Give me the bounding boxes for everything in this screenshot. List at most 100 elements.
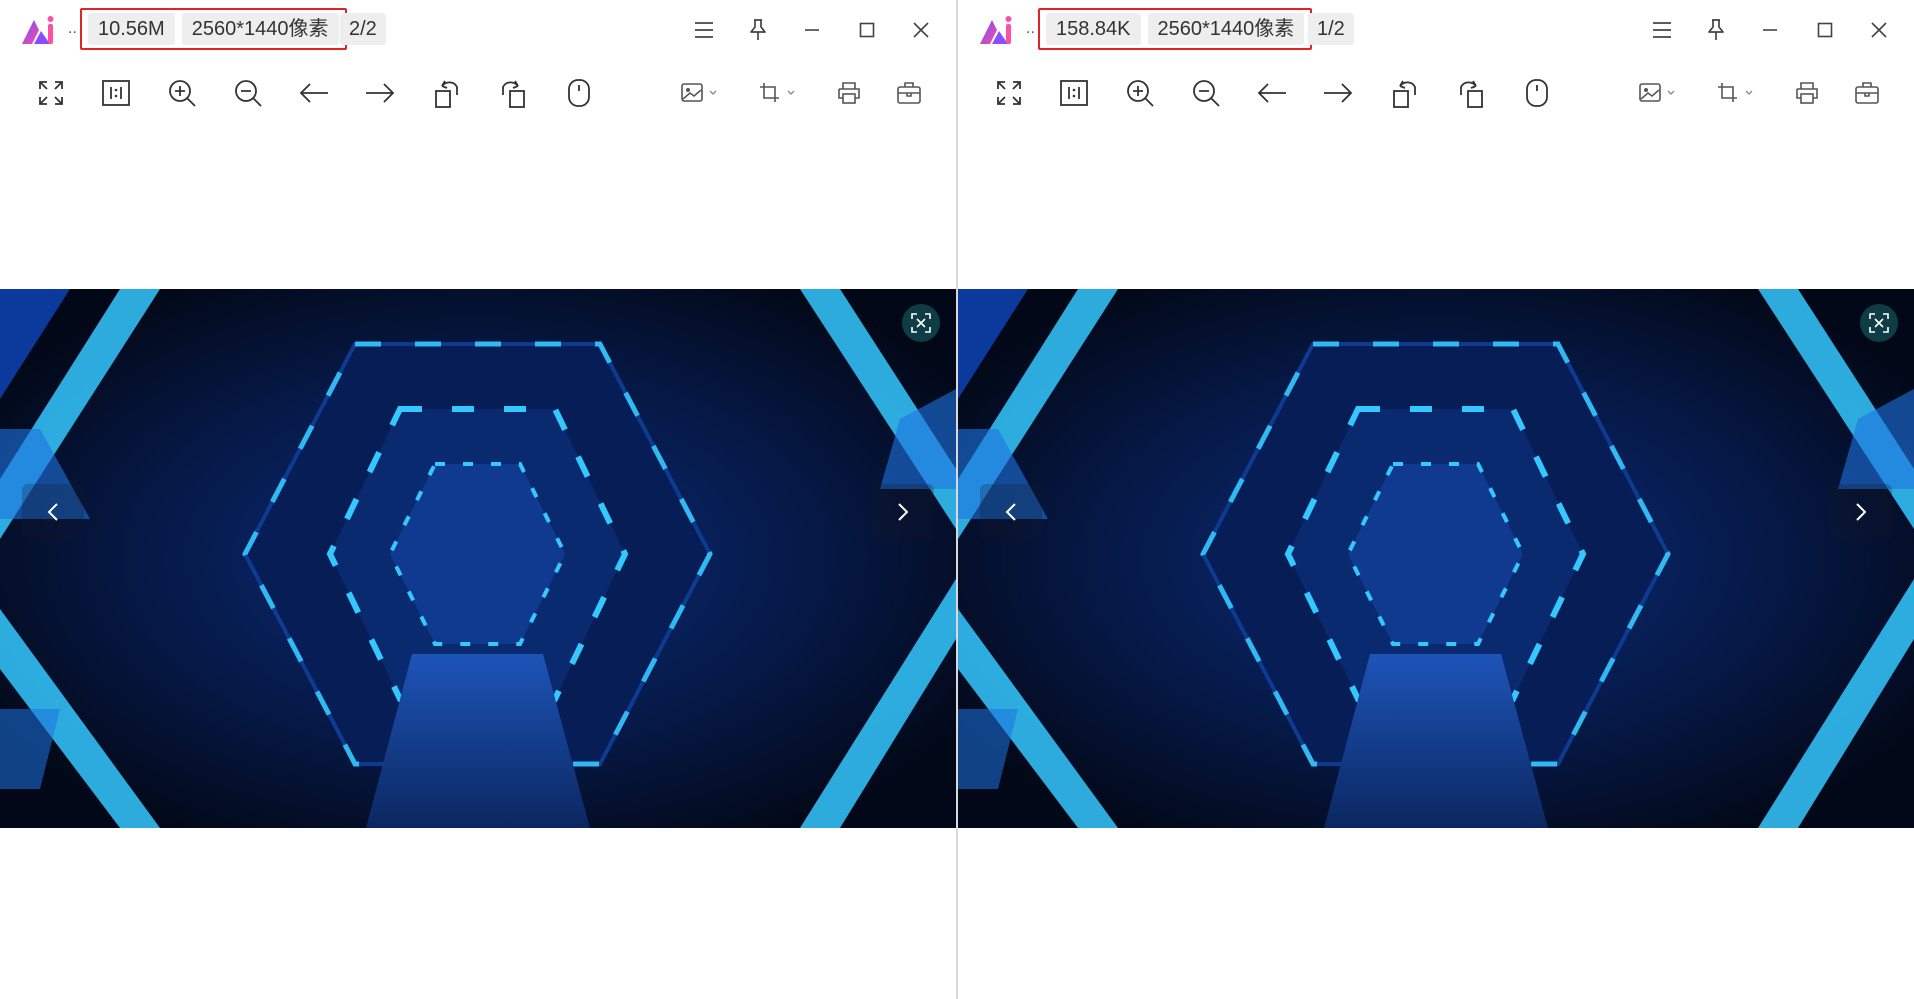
title-ellipsis: .. <box>68 20 77 37</box>
mouse-icon <box>568 79 590 107</box>
next-button[interactable] <box>1321 76 1355 110</box>
chevron-right-icon <box>1856 503 1867 521</box>
image-edit-icon <box>1639 83 1675 102</box>
maximize-button[interactable] <box>851 14 883 46</box>
previous-button[interactable] <box>297 76 331 110</box>
zoom-out-button[interactable] <box>231 76 265 110</box>
mouse-icon <box>1526 79 1548 107</box>
image-edit-dropdown[interactable] <box>1633 76 1683 110</box>
next-button[interactable] <box>363 76 397 110</box>
crop-icon <box>760 83 795 102</box>
title-bar: .. 158.84K 2560*1440像素 1/2 <box>958 0 1914 60</box>
next-image-button[interactable] <box>1830 484 1892 540</box>
rotate-right-button[interactable] <box>1454 76 1488 110</box>
rotate-left-icon <box>1393 80 1416 108</box>
fullscreen-button[interactable] <box>34 76 68 110</box>
fit-screen-icon <box>911 313 931 333</box>
toolbox-button[interactable] <box>1850 76 1884 110</box>
app-logo-icon <box>980 16 1012 44</box>
minimize-button[interactable] <box>1754 14 1786 46</box>
menu-button[interactable] <box>1646 14 1678 46</box>
page-indicator: 2/2 <box>340 13 386 45</box>
chevron-left-icon <box>1005 503 1016 521</box>
dimensions-label: 2560*1440像素 <box>181 13 339 45</box>
image-info-highlight: 158.84K 2560*1440像素 <box>1038 8 1313 50</box>
minimize-icon <box>1763 29 1777 31</box>
toolbar <box>958 70 1914 116</box>
menu-icon <box>695 22 713 38</box>
fullscreen-button[interactable] <box>992 76 1026 110</box>
print-icon <box>1796 82 1818 104</box>
pin-icon <box>750 19 766 40</box>
mouse-mode-button[interactable] <box>1520 76 1554 110</box>
rotate-right-button[interactable] <box>496 76 530 110</box>
print-icon <box>838 82 860 104</box>
mouse-mode-button[interactable] <box>562 76 596 110</box>
title-bar: .. 10.56M 2560*1440像素 2/2 <box>0 0 956 60</box>
pin-icon <box>1708 19 1724 40</box>
crop-dropdown[interactable] <box>1711 76 1761 110</box>
previous-image-button[interactable] <box>22 484 84 540</box>
close-icon <box>1871 22 1887 38</box>
fit-screen-icon <box>1869 313 1889 333</box>
file-size-label: 10.56M <box>88 13 175 45</box>
minimize-button[interactable] <box>796 14 828 46</box>
toolbar <box>0 70 956 116</box>
viewer-window-right: .. 158.84K 2560*1440像素 1/2 <box>958 0 1914 999</box>
viewer-window-left: .. 10.56M 2560*1440像素 2/2 <box>0 0 956 999</box>
crop-dropdown[interactable] <box>753 76 803 110</box>
fullscreen-icon <box>39 81 63 105</box>
toolbox-button[interactable] <box>892 76 926 110</box>
image-canvas[interactable] <box>0 289 956 828</box>
chevron-left-icon <box>47 503 58 521</box>
maximize-button[interactable] <box>1809 14 1841 46</box>
print-button[interactable] <box>1790 76 1824 110</box>
image-edit-icon <box>681 83 717 102</box>
zoom-out-icon <box>1193 80 1220 107</box>
zoom-in-button[interactable] <box>1123 76 1157 110</box>
fit-screen-button[interactable] <box>1860 304 1898 342</box>
toolbox-icon <box>1855 82 1879 104</box>
image-info-highlight: 10.56M 2560*1440像素 <box>80 8 347 50</box>
title-ellipsis: .. <box>1026 20 1035 37</box>
fit-screen-button[interactable] <box>902 304 940 342</box>
pin-button[interactable] <box>1700 14 1732 46</box>
zoom-out-button[interactable] <box>1189 76 1223 110</box>
close-icon <box>913 22 929 38</box>
rotate-left-button[interactable] <box>1388 76 1422 110</box>
actual-size-button[interactable] <box>1057 76 1091 110</box>
rotate-left-button[interactable] <box>430 76 464 110</box>
actual-size-icon <box>102 80 130 106</box>
zoom-in-button[interactable] <box>165 76 199 110</box>
file-size-label: 158.84K <box>1046 13 1141 45</box>
app-logo-icon <box>22 16 54 44</box>
close-button[interactable] <box>905 14 937 46</box>
next-image-button[interactable] <box>872 484 934 540</box>
maximize-icon <box>859 22 875 38</box>
actual-size-icon <box>1060 80 1088 106</box>
previous-image-button[interactable] <box>980 484 1042 540</box>
image-edit-dropdown[interactable] <box>675 76 725 110</box>
print-button[interactable] <box>832 76 866 110</box>
image-canvas[interactable] <box>958 289 1914 828</box>
sci-fi-corridor-image <box>958 289 1914 828</box>
fullscreen-icon <box>997 81 1021 105</box>
arrow-right-icon <box>1324 83 1353 103</box>
pin-button[interactable] <box>742 14 774 46</box>
actual-size-button[interactable] <box>99 76 133 110</box>
menu-icon <box>1653 22 1671 38</box>
crop-icon <box>1718 83 1753 102</box>
rotate-right-icon <box>502 80 525 108</box>
maximize-icon <box>1817 22 1833 38</box>
close-button[interactable] <box>1863 14 1895 46</box>
arrow-left-icon <box>299 83 328 103</box>
rotate-right-icon <box>1460 80 1483 108</box>
previous-button[interactable] <box>1255 76 1289 110</box>
zoom-out-icon <box>235 80 262 107</box>
arrow-right-icon <box>366 83 395 103</box>
sci-fi-corridor-image <box>0 289 956 828</box>
dimensions-label: 2560*1440像素 <box>1147 13 1305 45</box>
zoom-in-icon <box>169 80 196 107</box>
chevron-right-icon <box>898 503 909 521</box>
menu-button[interactable] <box>688 14 720 46</box>
